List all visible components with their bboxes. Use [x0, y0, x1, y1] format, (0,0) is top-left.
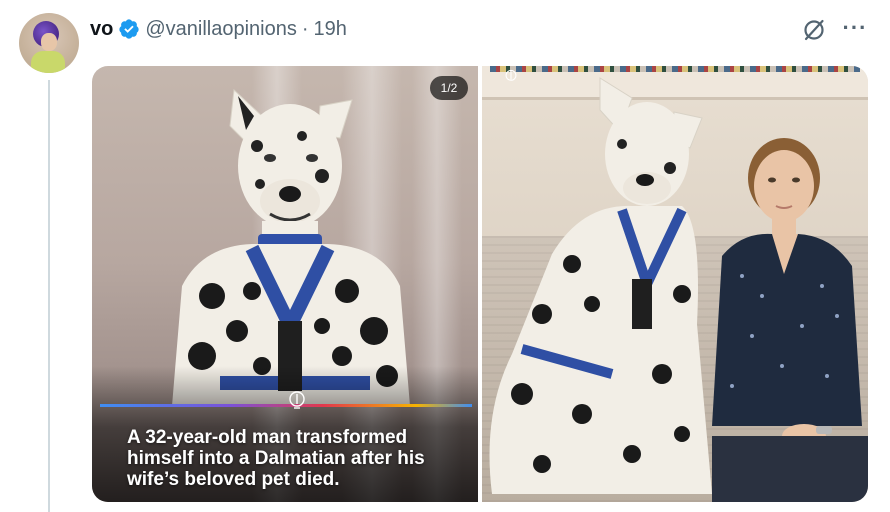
- author-name[interactable]: vo: [90, 18, 113, 41]
- media-image-left[interactable]: 1/2 A 32-year-old man transformed himsel…: [92, 66, 478, 502]
- thread-line: [48, 80, 50, 512]
- author-avatar[interactable]: [19, 13, 79, 73]
- dalmatian-figure-left: [172, 88, 410, 406]
- avatar-shirt: [31, 51, 65, 73]
- grok-icon: [804, 19, 824, 41]
- tweet-timestamp[interactable]: 19h: [314, 18, 347, 41]
- separator-dot: ·: [301, 17, 309, 40]
- more-options-button[interactable]: ···: [838, 14, 872, 42]
- grok-button[interactable]: [800, 16, 828, 44]
- media-counter: 1/2: [430, 76, 468, 100]
- tweet-media[interactable]: 1/2 A 32-year-old man transformed himsel…: [92, 66, 868, 502]
- author-handle[interactable]: @vanillaopinions: [145, 18, 297, 41]
- lightbulb-logo-icon: [289, 391, 305, 409]
- woman-figure: [712, 138, 868, 502]
- media-image-right[interactable]: [482, 66, 868, 502]
- dalmatian-figure-right: [489, 77, 712, 494]
- caption-divider: [100, 404, 472, 407]
- books: [490, 66, 860, 72]
- media-caption: A 32-year-old man transformed himself in…: [127, 427, 425, 490]
- tweet-header: vo @vanillaopinions · 19h: [90, 15, 347, 43]
- verified-badge-icon: [118, 18, 140, 40]
- avatar-face: [41, 33, 57, 51]
